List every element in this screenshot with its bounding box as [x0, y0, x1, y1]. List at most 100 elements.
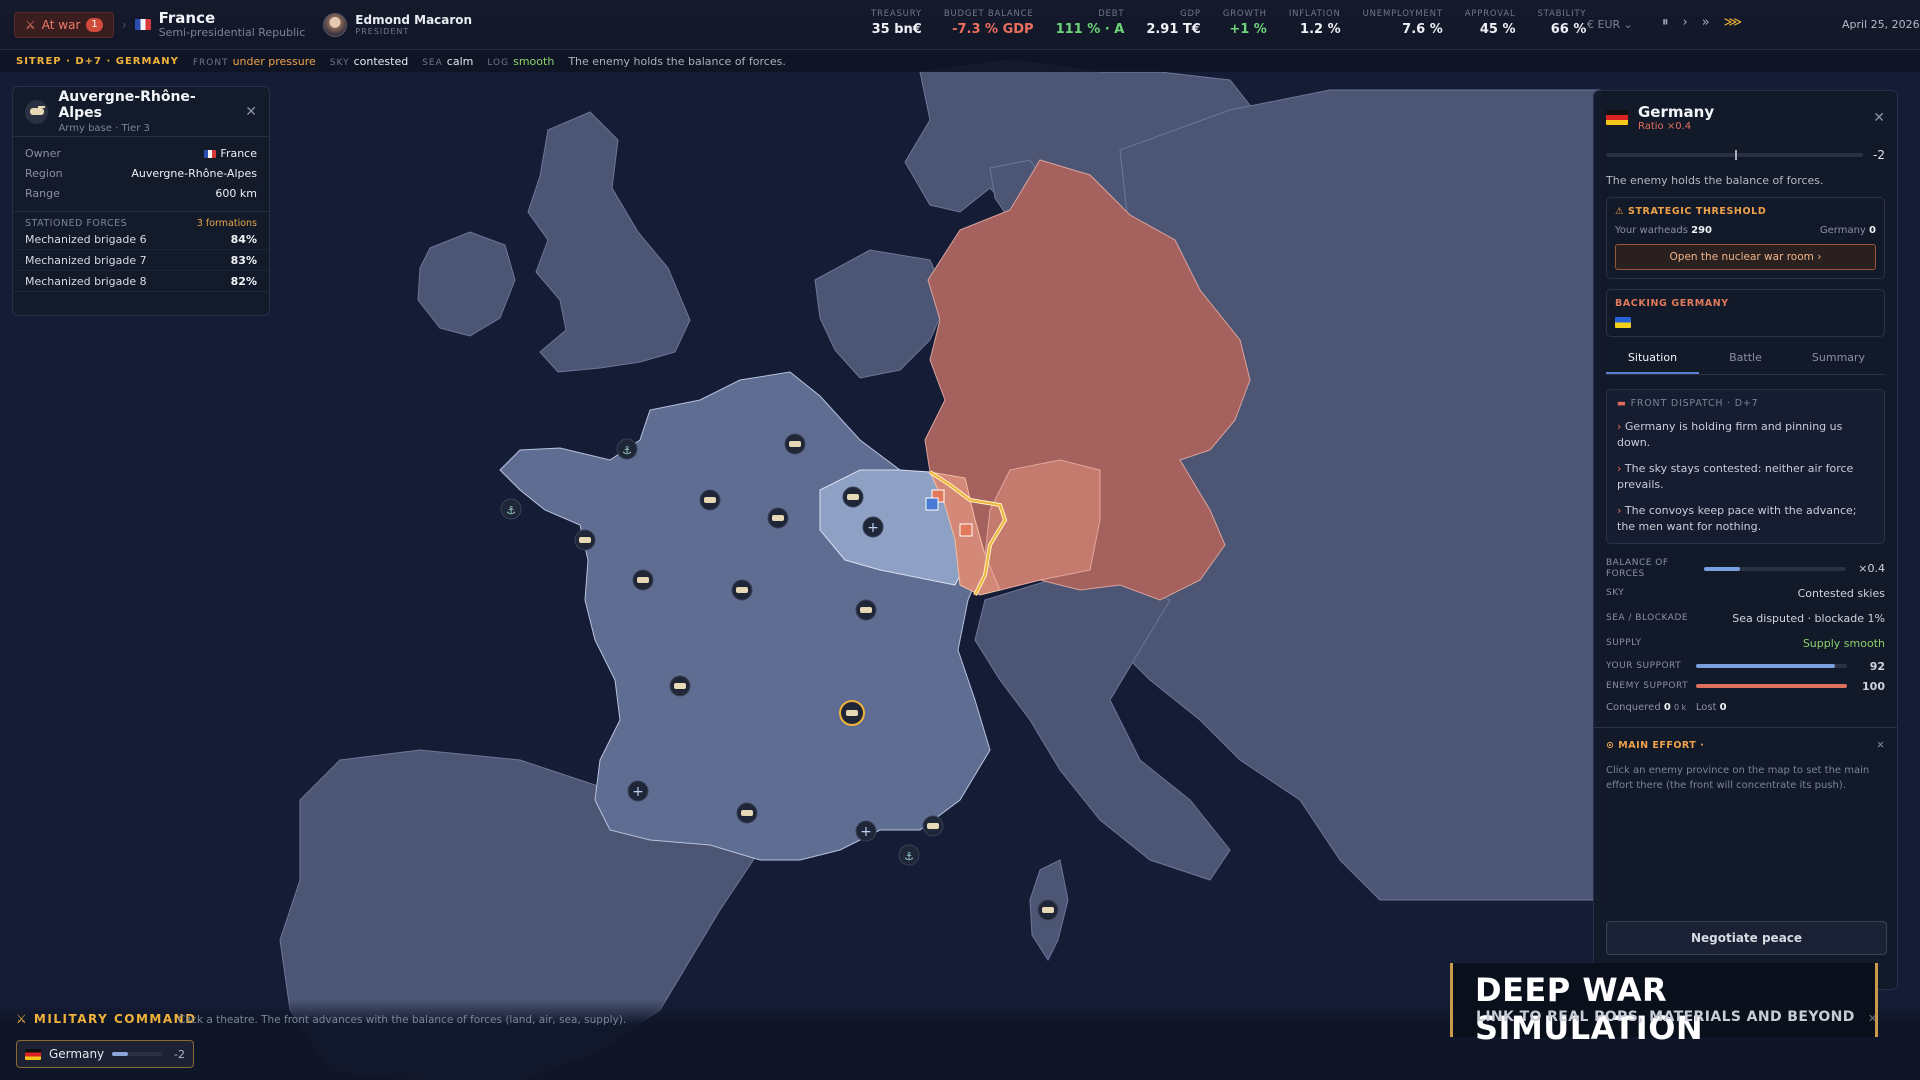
army-base-marker[interactable] — [767, 507, 789, 529]
enemy-support-bar — [1696, 684, 1847, 688]
at-war-badge[interactable]: ⚔ At war 1 — [14, 11, 114, 38]
stat-6[interactable]: UNEMPLOYMENT 7.6 % — [1352, 9, 1454, 37]
stat-value: 45 % — [1479, 22, 1516, 37]
war-count: 1 — [86, 17, 103, 32]
sea-key: SEA / BLOCKADE — [1606, 613, 1689, 623]
germany-flag-icon — [25, 1048, 41, 1060]
currency-select[interactable]: € EUR ⌄ — [1587, 18, 1633, 31]
army-base-marker-selected[interactable] — [839, 700, 865, 726]
game-date: April 25, 2026 — [1842, 18, 1920, 31]
dispatch-item: The convoys keep pace with the advance; … — [1617, 503, 1874, 535]
panel-tabs: Situation Battle Summary — [1606, 351, 1885, 375]
stat-7[interactable]: APPROVAL 45 % — [1454, 9, 1527, 37]
fast-forward-icon[interactable]: » — [1702, 15, 1710, 30]
negotiate-peace-button[interactable]: Negotiate peace — [1606, 921, 1887, 955]
france-flag-icon — [134, 19, 151, 30]
fastest-icon[interactable]: ⋙ — [1724, 15, 1743, 30]
supply-key: SUPPLY — [1606, 638, 1642, 648]
army-base-marker[interactable] — [699, 489, 721, 511]
main-effort-section: ⊙ MAIN EFFORT · ✕ Click an enemy province… — [1594, 727, 1897, 793]
army-base-marker[interactable] — [784, 433, 806, 455]
army-base-marker[interactable] — [855, 599, 877, 621]
crossed-swords-icon: ⚔ — [25, 17, 36, 32]
nuclear-war-room-button[interactable]: Open the nuclear war room › — [1615, 244, 1876, 270]
enemy-warheads-value: 0 — [1869, 225, 1876, 236]
promo-banner: DEEP WAR SIMULATION LINK TO REAL POPS, M… — [1450, 963, 1878, 1047]
force-row[interactable]: Mechanized brigade 7 83% — [13, 250, 269, 271]
front-value: under pressure — [232, 54, 316, 68]
base-info-panel: Auvergne-Rhône-Alpes Army base · Tier 3 … — [12, 86, 270, 316]
tab-battle[interactable]: Battle — [1699, 351, 1792, 374]
sea-value: calm — [446, 54, 474, 68]
close-icon[interactable]: ✕ — [245, 104, 257, 120]
sitrep-message: The enemy holds the balance of forces. — [568, 54, 786, 68]
range-key: Range — [25, 186, 60, 200]
player-country[interactable]: France Semi-presidential Republic — [134, 10, 306, 39]
force-row[interactable]: Mechanized brigade 8 82% — [13, 271, 269, 292]
leader[interactable]: Edmond Macaron PRESIDENT — [323, 12, 472, 37]
theatre-germany-button[interactable]: Germany -2 — [16, 1040, 194, 1068]
region-key: Region — [25, 166, 63, 180]
stat-3[interactable]: GDP 2.91 T€ — [1135, 9, 1212, 37]
separator-icon: › — [121, 17, 127, 32]
naval-base-marker[interactable]: ⚓ — [616, 438, 638, 460]
log-key: LOG — [487, 57, 510, 68]
army-base-marker[interactable] — [632, 569, 654, 591]
theatre-balance-bar — [112, 1052, 163, 1056]
force-name: Mechanized brigade 7 — [25, 253, 147, 267]
close-icon[interactable]: ✕ — [1877, 740, 1885, 751]
naval-base-marker[interactable]: ⚓ — [898, 844, 920, 866]
military-command-hint: Click a theatre. The front advances with… — [178, 1014, 627, 1026]
tab-summary[interactable]: Summary — [1792, 351, 1885, 374]
sea-value: Sea disputed · blockade 1% — [1732, 612, 1885, 625]
close-icon[interactable]: ✕ — [1868, 1012, 1877, 1025]
stat-value: 2.91 T€ — [1146, 22, 1201, 37]
range-value: 600 km — [215, 186, 257, 200]
force-ratio: Ratio ×0.4 — [1638, 121, 1692, 132]
friendly-unit-marker — [925, 497, 939, 511]
stat-2[interactable]: DEBT 111 % · A — [1045, 9, 1136, 37]
country-government: Semi-presidential Republic — [158, 26, 306, 39]
stat-label: DEBT — [1098, 9, 1125, 19]
army-base-marker[interactable] — [574, 529, 596, 551]
military-command-title: ⚔ MILITARY COMMAND — [16, 1012, 197, 1026]
air-base-marker[interactable]: + — [855, 820, 877, 842]
sky-value: Contested skies — [1797, 587, 1885, 600]
stat-0[interactable]: TREASURY 35 bn€ — [860, 9, 933, 37]
stat-value: +1 % — [1229, 22, 1267, 37]
army-base-marker[interactable] — [922, 815, 944, 837]
army-base-marker[interactable] — [1037, 899, 1059, 921]
pause-icon[interactable]: ⏸ — [1662, 15, 1669, 30]
naval-base-marker[interactable]: ⚓ — [500, 498, 522, 520]
lost-key: Lost — [1695, 702, 1717, 713]
warheads-value: 290 — [1691, 225, 1713, 236]
dispatch-title: FRONT DISPATCH · D+7 — [1630, 398, 1759, 409]
stat-5[interactable]: INFLATION 1.2 % — [1278, 9, 1352, 37]
war-panel: Germany Ratio ×0.4 ✕ -2 The enemy holds … — [1593, 90, 1898, 990]
owner-key: Owner — [25, 146, 61, 160]
stat-label: INFLATION — [1288, 9, 1341, 19]
close-icon[interactable]: ✕ — [1873, 110, 1885, 126]
dispatch-item: The sky stays contested: neither air for… — [1617, 461, 1874, 493]
balance-ratio: ×0.4 — [1858, 562, 1885, 575]
stat-value: 1.2 % — [1300, 22, 1341, 37]
theatre-balance: -2 — [174, 1047, 185, 1061]
stat-4[interactable]: GROWTH +1 % — [1212, 9, 1278, 37]
army-base-marker[interactable] — [736, 802, 758, 824]
air-base-marker[interactable]: + — [862, 516, 884, 538]
army-base-marker[interactable] — [669, 675, 691, 697]
svg-text:⚓: ⚓ — [506, 504, 516, 517]
lost-value: 0 — [1719, 702, 1727, 713]
stat-1[interactable]: BUDGET BALANCE -7.3 % GDP — [933, 9, 1045, 37]
tab-situation[interactable]: Situation — [1606, 351, 1699, 374]
germany-flag-icon — [1606, 110, 1628, 125]
army-base-marker[interactable] — [842, 486, 864, 508]
force-name: Mechanized brigade 6 — [25, 232, 147, 246]
forces-count: 3 formations — [196, 218, 257, 229]
play-icon[interactable]: › — [1683, 15, 1688, 30]
dispatch-item: Germany is holding firm and pinning us d… — [1617, 419, 1874, 451]
army-base-marker[interactable] — [731, 579, 753, 601]
speed-controls: ⏸ › » ⋙ — [1662, 15, 1742, 30]
force-row[interactable]: Mechanized brigade 6 84% — [13, 229, 269, 250]
air-base-marker[interactable]: + — [627, 780, 649, 802]
